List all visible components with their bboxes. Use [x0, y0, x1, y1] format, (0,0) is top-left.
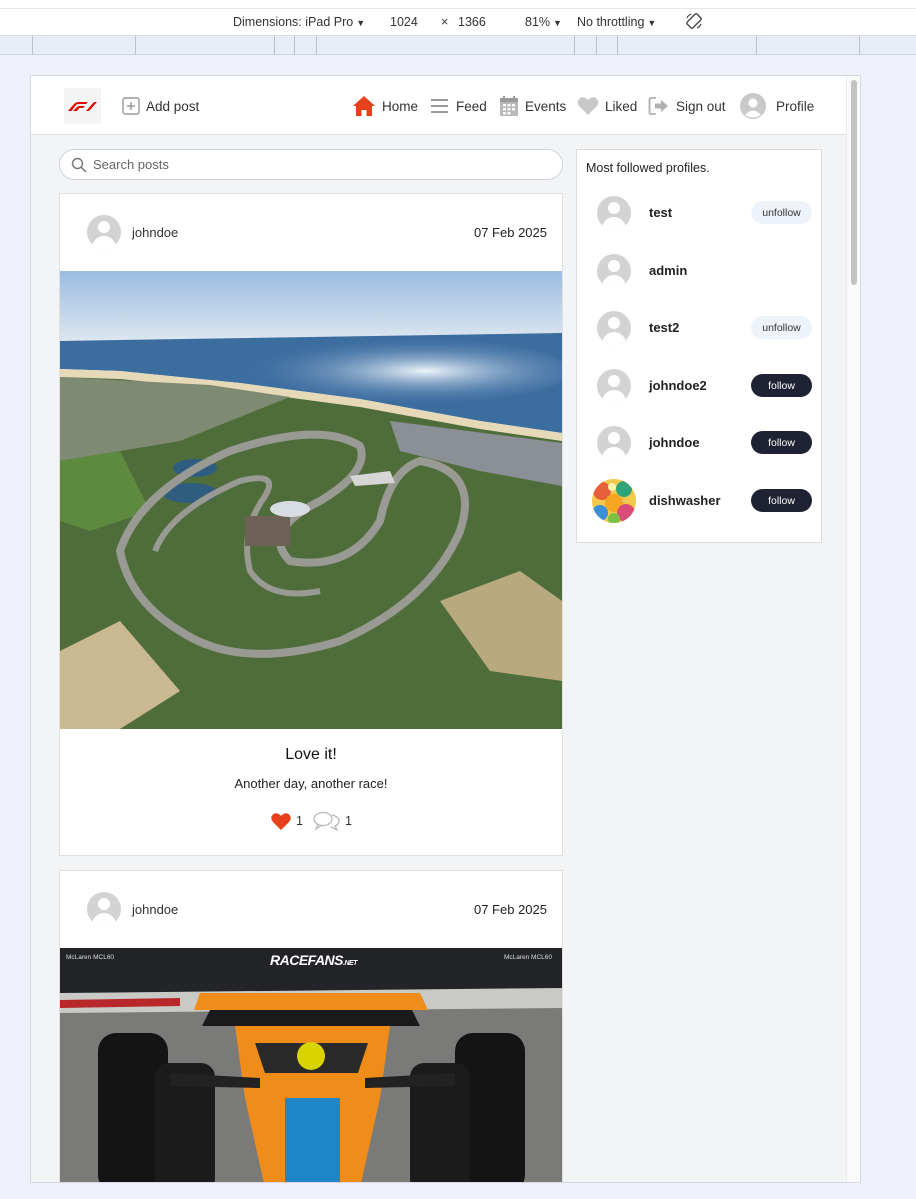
nav-profile[interactable]: Profile	[740, 93, 815, 119]
throttling-label: No throttling	[577, 15, 645, 29]
nav-events[interactable]: Events	[499, 94, 566, 118]
f1-logo-icon	[67, 102, 97, 111]
times-sign: ×	[441, 15, 449, 29]
sidebar-title: Most followed profiles.	[586, 161, 710, 175]
calendar-icon	[500, 96, 518, 116]
profile-name[interactable]: test2	[649, 320, 679, 335]
navbar: Add post Home Feed Events Liked Sign out…	[31, 76, 848, 135]
sign-out-icon	[648, 97, 668, 115]
post-body: Another day, another race!	[234, 776, 388, 791]
search-bar[interactable]	[59, 149, 563, 180]
profile-name[interactable]: johndoe2	[649, 378, 707, 393]
search-input[interactable]	[93, 157, 533, 172]
profile-row: dishwasher follow	[577, 479, 823, 523]
zoom-select[interactable]: 81% ▼	[525, 15, 562, 29]
f1-car-illustration	[60, 948, 562, 1182]
search-icon	[71, 157, 87, 173]
post-username[interactable]: johndoe	[132, 902, 178, 917]
image-caption-left: McLaren MCL60	[66, 954, 115, 961]
add-square-icon	[122, 97, 140, 115]
likes-count: 1	[296, 814, 303, 828]
nav-add-post[interactable]: Add post	[122, 94, 199, 118]
nav-liked[interactable]: Liked	[577, 94, 637, 118]
avatar[interactable]	[597, 254, 631, 288]
height-input[interactable]: 1366	[458, 15, 486, 29]
nav-label: Home	[382, 98, 419, 114]
profile-row: johndoe follow	[577, 423, 823, 463]
avatar-colorful-image[interactable]	[592, 479, 636, 523]
profile-row: test2 unfollow	[577, 308, 823, 348]
rotate-icon[interactable]	[685, 12, 703, 33]
device-label: Dimensions: iPad Pro	[233, 15, 354, 29]
brand-suffix: .NET	[343, 960, 357, 967]
media-query-ruler[interactable]	[0, 36, 916, 55]
profile-name[interactable]: johndoe	[649, 435, 700, 450]
user-avatar-icon	[740, 93, 766, 119]
zoom-label: 81%	[525, 15, 551, 29]
f1-logo[interactable]	[64, 88, 101, 124]
nav-label: Sign out	[676, 98, 726, 114]
width-input[interactable]: 1024	[390, 15, 418, 29]
feed-lines-icon	[431, 99, 448, 113]
post-username[interactable]: johndoe	[132, 225, 178, 240]
viewport-scrollbar[interactable]	[846, 76, 860, 1182]
image-brand-watermark: RACEFANS.NET	[270, 952, 357, 968]
throttling-select[interactable]: No throttling ▼	[577, 15, 656, 29]
nav-label: Add post	[146, 98, 200, 114]
comments-count: 1	[345, 814, 352, 828]
avatar[interactable]	[87, 892, 121, 926]
profile-name[interactable]: dishwasher	[649, 493, 721, 508]
device-dimensions-select[interactable]: Dimensions: iPad Pro ▼	[233, 15, 365, 29]
most-followed-sidebar: Most followed profiles. test unfollow ad…	[576, 149, 822, 543]
caret-down-icon: ▼	[647, 18, 657, 28]
nav-sign-out[interactable]: Sign out	[648, 94, 726, 118]
follow-button[interactable]: follow	[751, 374, 812, 397]
unfollow-button[interactable]: unfollow	[751, 201, 812, 224]
avatar[interactable]	[597, 311, 631, 345]
post-header: johndoe 07 Feb 2025	[60, 194, 562, 271]
post-card: johndoe 07 Feb 2025 McLaren MCL60 RACEFA…	[59, 870, 563, 1182]
image-caption-right: McLaren MCL60	[503, 954, 552, 961]
home-icon	[353, 96, 375, 116]
unfollow-button[interactable]: unfollow	[751, 316, 812, 339]
profile-row: johndoe2 follow	[577, 366, 823, 406]
avatar[interactable]	[597, 426, 631, 460]
avatar[interactable]	[597, 369, 631, 403]
caret-down-icon: ▼	[553, 18, 562, 28]
nav-label: Liked	[605, 98, 638, 114]
devtools-toolbar: Dimensions: iPad Pro ▼ 1024 × 1366 81% ▼ N…	[0, 0, 916, 36]
nav-feed[interactable]: Feed	[430, 94, 487, 118]
profile-row: test unfollow	[577, 193, 823, 233]
avatar[interactable]	[597, 196, 631, 230]
nav-home[interactable]: Home	[352, 94, 418, 118]
follow-button[interactable]: follow	[751, 489, 812, 512]
brand-text: RACEFANS	[270, 952, 344, 968]
profile-name[interactable]: test	[649, 205, 672, 220]
post-title: Love it!	[285, 746, 337, 763]
scrollbar-thumb[interactable]	[851, 80, 857, 285]
caret-down-icon: ▼	[356, 18, 366, 28]
post-image-aerial-race-circuit[interactable]	[60, 271, 562, 729]
post-date: 07 Feb 2025	[473, 225, 547, 240]
post-date: 07 Feb 2025	[473, 902, 547, 917]
profile-row: admin	[577, 251, 823, 291]
heart-icon	[577, 97, 599, 115]
toolbar-divider	[0, 8, 916, 9]
profile-name[interactable]: admin	[649, 263, 687, 278]
post-image-mclaren-f1-car[interactable]: McLaren MCL60 RACEFANS.NET McLaren MCL60	[60, 948, 562, 1182]
post-header: johndoe 07 Feb 2025	[60, 871, 562, 948]
post-actions: 1 1	[60, 811, 562, 831]
device-viewport: Add post Home Feed Events Liked Sign out…	[30, 75, 861, 1183]
nav-label: Profile	[776, 98, 815, 114]
follow-button[interactable]: follow	[751, 431, 812, 454]
nav-label: Feed	[456, 98, 487, 114]
nav-label: Events	[525, 98, 567, 114]
post-card: johndoe 07 Feb 2025 Love it! Another day…	[59, 193, 563, 856]
comments-icon[interactable]	[313, 811, 341, 831]
avatar[interactable]	[87, 215, 121, 249]
heart-icon[interactable]	[270, 812, 292, 831]
